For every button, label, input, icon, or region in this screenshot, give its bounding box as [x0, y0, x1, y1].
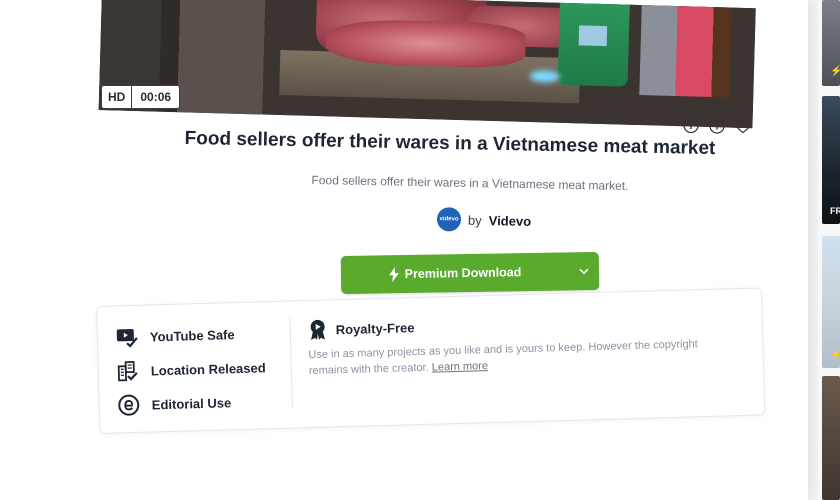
feature-label: YouTube Safe	[149, 326, 235, 345]
author-info[interactable]: videvo by Videvo	[436, 207, 532, 233]
heart-icon[interactable]	[735, 118, 751, 134]
info-icon[interactable]	[683, 117, 699, 134]
download-label: Premium Download	[404, 265, 522, 282]
clip-description: Food sellers offer their wares in a Viet…	[311, 172, 629, 194]
related-clip-thumbnail[interactable]	[822, 236, 840, 368]
hd-badge: HD	[102, 86, 133, 108]
license-features: YouTube Safe Location Released Editorial…	[116, 322, 267, 416]
video-player[interactable]	[98, 0, 756, 129]
clip-actions	[683, 117, 751, 134]
feature-editorial-use: Editorial Use	[117, 390, 266, 416]
video-info-badge: HD 00:06	[101, 85, 181, 109]
lightning-icon	[388, 266, 399, 282]
share-icon[interactable]	[213, 90, 233, 106]
youtube-check-icon	[116, 329, 138, 348]
author-name[interactable]: Videvo	[489, 213, 532, 229]
royalty-text: Use in as many projects as you like and …	[308, 338, 698, 378]
buildings-check-icon	[117, 361, 138, 382]
panel-divider	[289, 317, 293, 408]
feature-youtube-safe: YouTube Safe	[116, 322, 265, 348]
royalty-free-info: Royalty-Free Use in as many projects as …	[307, 307, 739, 379]
license-panel: YouTube Safe Location Released Editorial…	[96, 287, 766, 434]
download-options-dropdown[interactable]	[569, 268, 599, 275]
author-avatar[interactable]: videvo	[436, 207, 462, 232]
royalty-title: Royalty-Free	[335, 319, 415, 337]
add-to-collection-icon[interactable]	[709, 118, 725, 134]
award-ribbon-icon	[310, 319, 326, 341]
feature-label: Editorial Use	[151, 394, 232, 412]
duration-label: 00:06	[140, 90, 172, 104]
premium-download-button[interactable]: Premium Download	[340, 251, 600, 295]
chevron-down-icon	[579, 268, 589, 275]
clip-detail-page: HD 00:06 Food sellers offer their wares …	[0, 0, 808, 500]
editorial-e-icon	[118, 394, 140, 416]
related-clip-thumbnail[interactable]	[822, 376, 840, 500]
learn-more-link[interactable]: Learn more	[432, 360, 489, 374]
feature-label: Location Released	[150, 359, 266, 378]
related-clip-thumbnail[interactable]	[822, 96, 840, 224]
lightning-icon: ⚡	[830, 350, 840, 361]
clip-title: Food sellers offer their wares in a Viet…	[184, 127, 716, 160]
lightning-icon: ⚡	[830, 66, 840, 77]
feature-location-released: Location Released	[117, 356, 266, 382]
thumbnail-label: FR	[830, 206, 840, 216]
author-prefix: by	[467, 212, 482, 228]
